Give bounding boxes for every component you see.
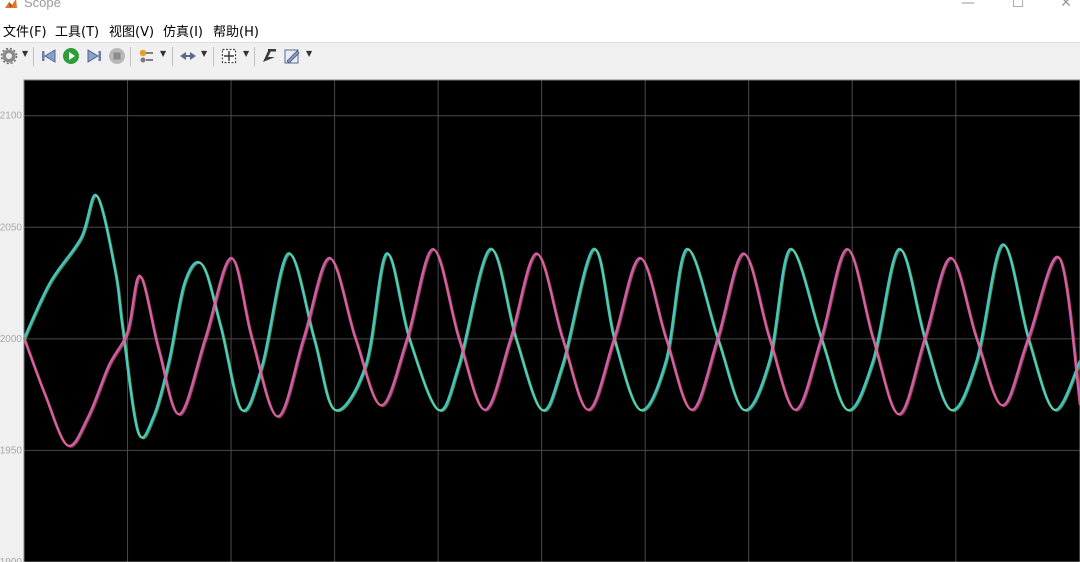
y-tick-label: 2000 — [0, 334, 22, 345]
menu-file[interactable]: 文件(F) — [3, 21, 47, 40]
highlight-dropdown-arrow-icon[interactable]: ▼ — [160, 49, 166, 58]
run-icon[interactable] — [62, 47, 80, 65]
y-tick-label: 2100 — [0, 111, 22, 122]
toolbar-separator — [130, 47, 131, 66]
toolbar-separator — [172, 47, 173, 66]
settings-dropdown-arrow-icon[interactable]: ▼ — [22, 49, 28, 58]
stop-icon[interactable] — [108, 47, 126, 65]
scope-display: 2100 2050 2000 1950 1900 — [0, 70, 1080, 562]
toolbar: ▼ ▼ ▼ ▼ ▼ — [0, 42, 1080, 71]
settings-icon[interactable] — [0, 47, 18, 65]
step-back-icon[interactable] — [40, 47, 58, 65]
autoscale-dropdown-arrow-icon[interactable]: ▼ — [243, 49, 249, 58]
highlight-icon[interactable] — [137, 47, 155, 65]
style-dropdown-arrow-icon[interactable]: ▼ — [306, 49, 312, 58]
scope-plot[interactable]: 2100 2050 2000 1950 1900 — [0, 70, 1080, 562]
window-title: Scope — [24, 0, 61, 10]
zoom-icon[interactable] — [179, 47, 197, 65]
zoom-dropdown-arrow-icon[interactable]: ▼ — [201, 49, 207, 58]
autoscale-icon[interactable] — [220, 47, 238, 65]
title-bar: Scope — ☐ ✕ — [0, 0, 1080, 16]
y-tick-label: 2050 — [0, 222, 22, 233]
close-button[interactable]: ✕ — [1046, 0, 1080, 12]
y-tick-labels: 2100 2050 2000 1950 1900 — [0, 111, 22, 562]
menu-simulation[interactable]: 仿真(I) — [163, 21, 203, 40]
toolbar-separator — [213, 47, 214, 66]
minimize-button[interactable]: — — [948, 0, 988, 12]
y-tick-label: 1900 — [0, 557, 22, 562]
menu-help[interactable]: 帮助(H) — [213, 21, 259, 40]
menu-bar: 文件(F) 工具(T) 视图(V) 仿真(I) 帮助(H) — [0, 16, 1080, 42]
menu-view[interactable]: 视图(V) — [109, 21, 154, 40]
maximize-button[interactable]: ☐ — [998, 0, 1038, 12]
style-icon[interactable] — [283, 47, 301, 65]
toolbar-separator — [254, 47, 255, 66]
y-tick-label: 1950 — [0, 445, 22, 456]
cursor-measure-icon[interactable] — [260, 47, 278, 65]
menu-tools[interactable]: 工具(T) — [55, 21, 99, 40]
matlab-logo-icon — [5, 0, 17, 8]
step-forward-icon[interactable] — [85, 47, 103, 65]
toolbar-separator — [33, 47, 34, 66]
